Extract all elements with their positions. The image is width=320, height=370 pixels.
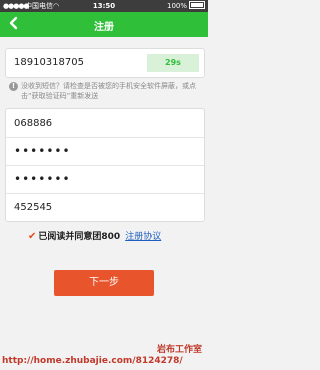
verification-code-input[interactable] — [14, 116, 194, 130]
confirm-password-row — [6, 165, 204, 193]
verification-code-row — [6, 109, 204, 137]
notice-text: 没收到短信？请检查是否被您的手机安全软件屏蔽，或点击“获取验证码”重新发送 — [21, 82, 196, 100]
password-input[interactable] — [14, 144, 194, 158]
status-bar: ●●●●● 中国电信 ◠ 13:50 100% — [0, 0, 208, 12]
confirm-password-input[interactable] — [14, 172, 194, 186]
phone-number: 18910318705 — [14, 57, 84, 68]
battery-indicator: 100% — [167, 0, 205, 12]
sms-notice: ! 没收到短信？请检查是否被您的手机安全软件屏蔽，或点击“获取验证码”重新发送 — [9, 81, 201, 101]
phone-card: 18910318705 29s — [5, 48, 205, 78]
battery-percent: 100% — [166, 2, 187, 10]
resend-countdown-button[interactable]: 29s — [147, 54, 199, 72]
page-title: 注册 — [94, 22, 114, 33]
battery-icon — [189, 1, 205, 9]
watermark-url: http://home.zhubajie.com/8124278/ — [2, 356, 183, 366]
title-bar: 注册 — [0, 12, 208, 37]
terms-link[interactable]: 注册协议 — [125, 232, 161, 242]
next-button[interactable]: 下一步 — [54, 270, 154, 296]
agreement-text: 已阅读并同意团800 — [38, 232, 121, 242]
registration-form — [5, 108, 205, 222]
agreement-row: ✔ 已阅读并同意团800 注册协议 — [28, 231, 161, 243]
checkmark-icon[interactable]: ✔ — [28, 231, 36, 242]
invite-code-input[interactable] — [14, 200, 194, 214]
info-icon: ! — [9, 82, 18, 91]
invite-code-row — [6, 193, 204, 221]
password-row — [6, 137, 204, 165]
watermark-studio: 岩布工作室 — [156, 345, 202, 355]
